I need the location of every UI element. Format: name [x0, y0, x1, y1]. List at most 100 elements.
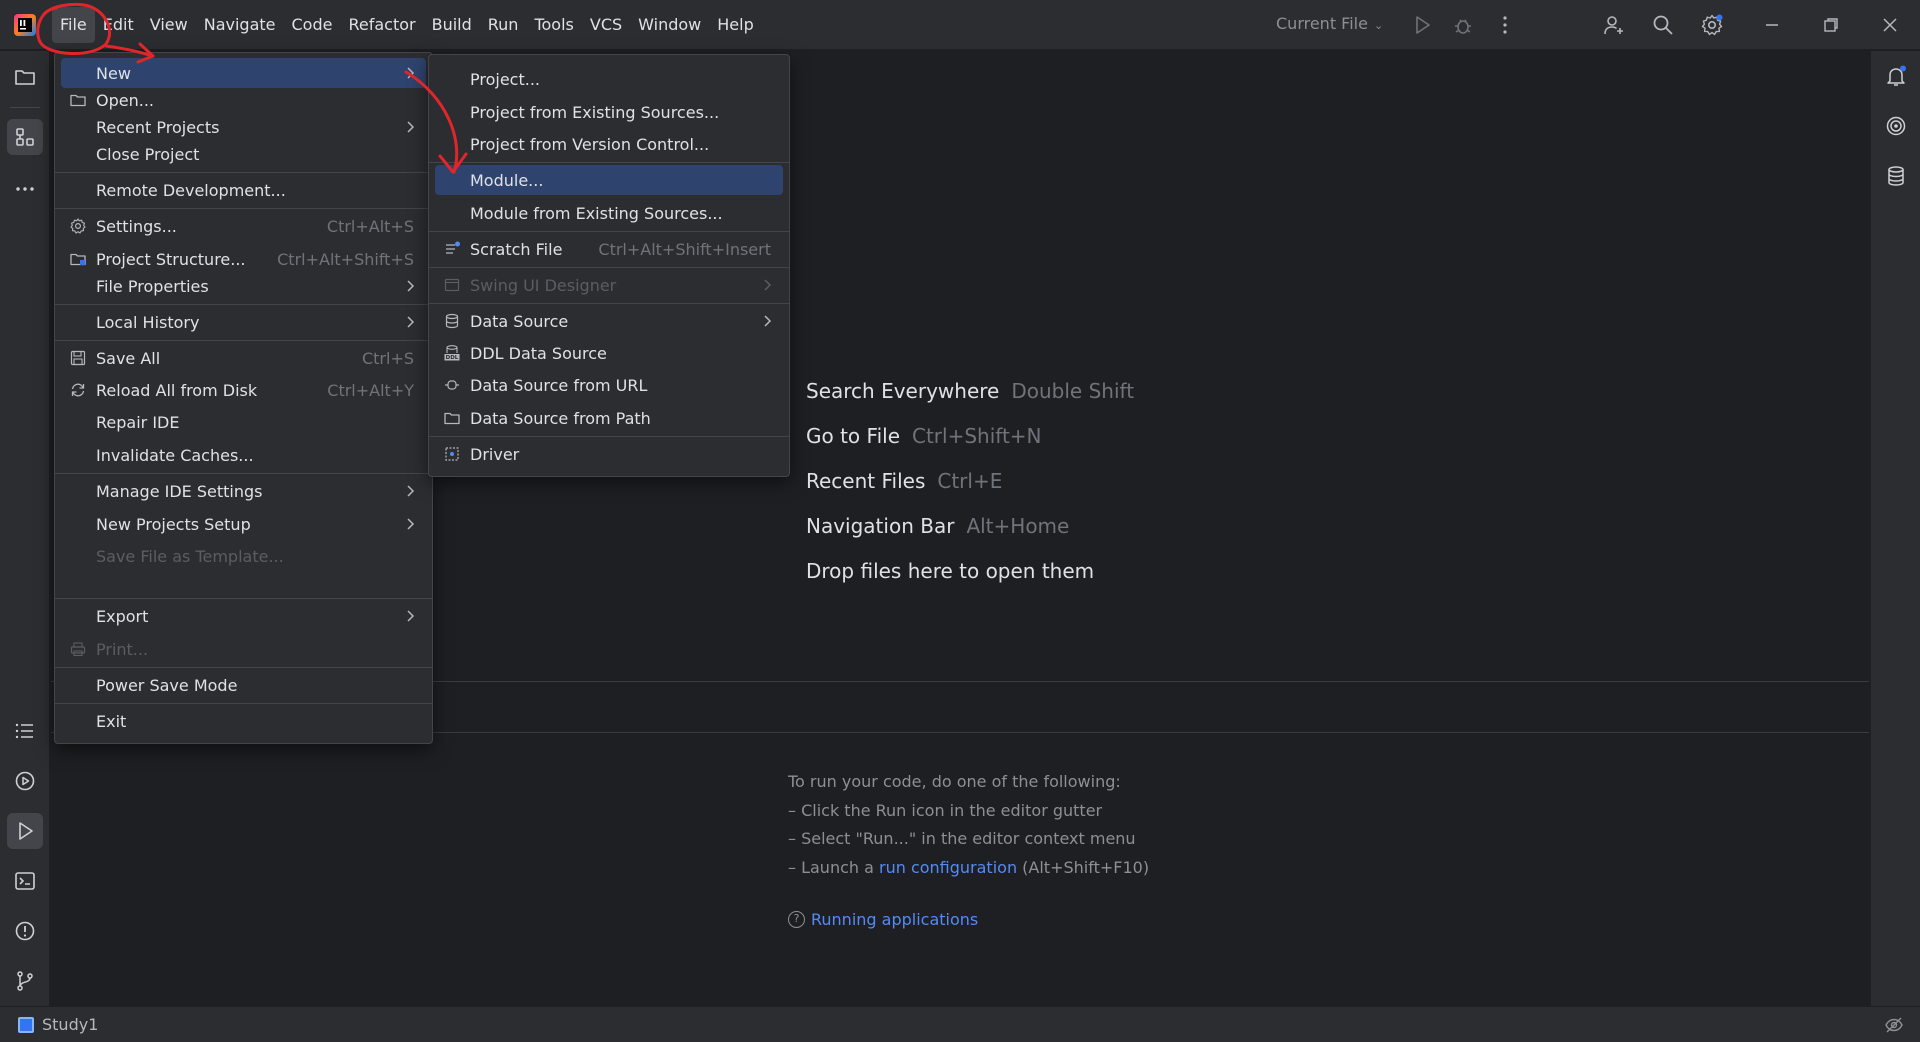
new-menu-module-from-existing-sources[interactable]: Module from Existing Sources... [435, 198, 783, 228]
intellij-logo-icon[interactable] [14, 14, 36, 36]
menu-vcs[interactable]: VCS [582, 7, 630, 43]
ai-assistant-icon[interactable] [1884, 114, 1908, 138]
more-tools-button[interactable] [7, 171, 43, 207]
menu-separator [55, 340, 432, 341]
file-menu-print: Print... [61, 634, 426, 664]
menu-build[interactable]: Build [424, 7, 480, 43]
driver-icon [443, 445, 461, 463]
run-hint-line2: – Click the Run icon in the editor gutte… [788, 800, 1103, 820]
minimize-window-icon[interactable] [1760, 13, 1784, 37]
new-menu-module[interactable]: Module... [435, 165, 783, 195]
menu-help[interactable]: Help [709, 7, 761, 43]
structure-tool-button[interactable] [7, 119, 43, 155]
git-tool-button[interactable] [7, 963, 43, 999]
running-applications-link[interactable]: Running applications [811, 910, 978, 929]
file-menu-remote-development[interactable]: Remote Development... [61, 175, 426, 205]
file-menu-open[interactable]: Open... [61, 85, 426, 115]
run-configuration-selector[interactable]: Current File ⌄ [1276, 14, 1383, 33]
file-menu-new[interactable]: New [61, 58, 426, 88]
menu-separator [55, 208, 432, 209]
file-menu-manage-ide-settings[interactable]: Manage IDE Settings [61, 476, 426, 506]
title-bar: File Edit View Navigate Code Refactor Bu… [0, 0, 1920, 50]
new-menu-driver[interactable]: Driver [435, 439, 783, 469]
file-menu-export[interactable]: Export [61, 601, 426, 631]
file-menu-invalidate-caches[interactable]: Invalidate Caches... [61, 440, 426, 470]
printer-icon [69, 640, 87, 658]
run-tool-button[interactable] [7, 813, 43, 849]
submenu-arrow-icon [407, 485, 415, 497]
form-window-icon [443, 276, 461, 294]
file-menu-power-save-mode[interactable]: Power Save Mode [61, 670, 426, 700]
new-menu-data-source-from-path[interactable]: Data Source from Path [435, 403, 783, 433]
new-menu-data-source[interactable]: Data Source [435, 306, 783, 336]
menu-tools[interactable]: Tools [526, 7, 581, 43]
menu-run[interactable]: Run [480, 7, 527, 43]
file-menu-close-project[interactable]: Close Project [61, 139, 426, 169]
file-menu-new-projects-setup[interactable]: New Projects Setup [61, 509, 426, 539]
database-icon[interactable] [1884, 164, 1908, 188]
power-save-eye-icon[interactable] [1884, 1015, 1904, 1035]
scratch-file-icon [443, 240, 461, 258]
run-configuration-link[interactable]: run configuration [879, 858, 1017, 877]
project-tool-button[interactable] [7, 59, 43, 95]
run-hint-line4: – Launch a run configuration (Alt+Shift+… [788, 857, 1150, 877]
file-menu-project-structure[interactable]: Project Structure... Ctrl+Alt+Shift+S [61, 244, 426, 274]
folder-icon [69, 91, 87, 109]
menu-file[interactable]: File [52, 7, 95, 43]
services-tool-button[interactable] [7, 763, 43, 799]
new-menu-scratch-file[interactable]: Scratch File Ctrl+Alt+Shift+Insert [435, 234, 783, 264]
menu-edit[interactable]: Edit [95, 7, 142, 43]
run-hint-line3: – Select "Run..." in the editor context … [788, 829, 1136, 848]
git-branch-icon [17, 971, 33, 991]
todo-tool-button[interactable] [7, 713, 43, 749]
file-menu-repair-ide[interactable]: Repair IDE [61, 407, 426, 437]
file-menu-settings[interactable]: Settings... Ctrl+Alt+S [61, 211, 426, 241]
new-menu-project-from-vcs[interactable]: Project from Version Control... [435, 129, 783, 159]
restore-window-icon[interactable] [1819, 13, 1843, 37]
save-disk-icon [69, 349, 87, 367]
menu-separator [55, 598, 432, 599]
gear-icon [69, 217, 87, 235]
debug-icon[interactable] [1451, 13, 1475, 37]
file-menu-save-file-as-template: Save File as Template... [96, 546, 284, 566]
close-window-icon[interactable] [1878, 13, 1902, 37]
structure-icon [16, 128, 34, 146]
add-user-icon[interactable] [1602, 13, 1626, 37]
run-icon[interactable] [1410, 13, 1434, 37]
status-project-widget[interactable]: Study1 [18, 1015, 98, 1034]
file-menu-local-history[interactable]: Local History [61, 307, 426, 337]
menu-window[interactable]: Window [630, 7, 709, 43]
problems-icon [15, 921, 35, 941]
submenu-arrow-icon [407, 121, 415, 133]
menu-refactor[interactable]: Refactor [340, 7, 423, 43]
menu-separator [429, 267, 789, 268]
menu-separator [429, 303, 789, 304]
file-menu-recent-projects[interactable]: Recent Projects [61, 112, 426, 142]
more-vertical-icon[interactable] [1493, 13, 1517, 37]
hint-go-to-file: Go to File Ctrl+Shift+N [806, 423, 1042, 448]
terminal-tool-button[interactable] [7, 863, 43, 899]
new-menu-data-source-from-url[interactable]: Data Source from URL [435, 370, 783, 400]
new-menu-ddl-data-source[interactable]: DDL DDL Data Source [435, 338, 783, 368]
database-icon [443, 312, 461, 330]
file-menu-reload-all[interactable]: Reload All from Disk Ctrl+Alt+Y [61, 375, 426, 405]
run-hint-line1: To run your code, do one of the followin… [788, 772, 1121, 791]
problems-tool-button[interactable] [7, 913, 43, 949]
project-structure-icon [69, 250, 87, 268]
file-menu-exit[interactable]: Exit [61, 706, 426, 736]
menu-separator [55, 304, 432, 305]
folder-icon [443, 409, 461, 427]
menu-view[interactable]: View [142, 7, 196, 43]
new-menu-project[interactable]: Project... [435, 64, 783, 94]
menu-navigate[interactable]: Navigate [196, 7, 284, 43]
notifications-bell-icon[interactable] [1884, 64, 1908, 88]
search-icon[interactable] [1651, 13, 1675, 37]
menu-separator [55, 703, 432, 704]
settings-gear-icon[interactable] [1700, 13, 1724, 37]
file-menu-file-properties[interactable]: File Properties [61, 271, 426, 301]
menu-code[interactable]: Code [284, 7, 341, 43]
project-module-icon [18, 1016, 34, 1033]
running-applications-help[interactable]: ? Running applications [788, 910, 978, 929]
file-menu-save-all[interactable]: Save All Ctrl+S [61, 343, 426, 373]
new-menu-project-from-existing-sources[interactable]: Project from Existing Sources... [435, 97, 783, 127]
